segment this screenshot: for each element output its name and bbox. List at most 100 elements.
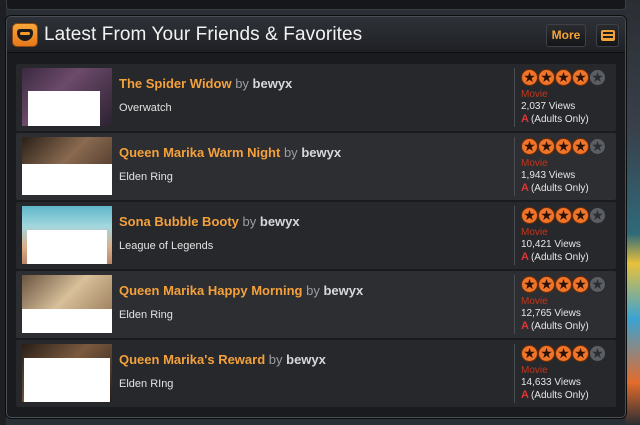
content-rating: A (Adults Only): [521, 251, 589, 263]
star-empty-icon: [589, 69, 606, 86]
item-meta: Movie 2,037 Views A(Adults Only): [514, 68, 614, 127]
star-icon: [538, 276, 555, 293]
view-count: 1,943 Views: [521, 170, 576, 181]
panel-header: Latest From Your Friends & Favorites Mor…: [7, 17, 625, 53]
star-rating: [521, 345, 606, 362]
background-art: [626, 0, 640, 425]
star-empty-icon: [589, 207, 606, 224]
media-type: Movie: [521, 227, 548, 238]
list-item[interactable]: Queen Marika's Reward by bewyx Elden RIn…: [16, 340, 616, 407]
author-link[interactable]: bewyx: [260, 214, 300, 229]
by-label: by: [283, 145, 298, 160]
star-icon: [572, 345, 589, 362]
star-icon: [521, 69, 538, 86]
adults-rating-icon: A: [521, 320, 529, 332]
item-title[interactable]: Queen Marika Happy Morning by bewyx: [119, 283, 363, 298]
item-game: Elden Ring: [119, 171, 173, 183]
star-icon: [555, 276, 572, 293]
star-icon: [555, 69, 572, 86]
content-rating: A (Adults Only): [521, 389, 589, 401]
star-icon: [538, 345, 555, 362]
star-rating: [521, 138, 606, 155]
rating-label: (Adults Only): [530, 183, 589, 194]
by-label: by: [235, 76, 249, 91]
rating-label: (Adults Only): [530, 114, 589, 125]
friends-favorites-panel: Latest From Your Friends & Favorites Mor…: [6, 16, 626, 418]
star-icon: [572, 69, 589, 86]
media-type: Movie: [521, 158, 548, 169]
adults-rating-icon: A: [521, 182, 529, 194]
item-game: Elden RIng: [119, 378, 174, 390]
list-item[interactable]: Sona Bubble Booty by bewyx League of Leg…: [16, 202, 616, 269]
view-count: 2,037 Views: [521, 101, 576, 112]
star-icon: [538, 207, 555, 224]
thumbnail[interactable]: [22, 206, 112, 264]
star-icon: [521, 276, 538, 293]
star-icon: [555, 138, 572, 155]
star-icon: [538, 138, 555, 155]
item-game: League of Legends: [119, 240, 214, 252]
by-label: by: [268, 352, 283, 367]
item-meta: Movie 12,765 Views A(Adults Only): [514, 275, 614, 334]
redaction-box: [24, 358, 110, 402]
star-empty-icon: [589, 345, 606, 362]
star-empty-icon: [589, 276, 606, 293]
adults-rating-icon: A: [521, 113, 529, 125]
panel-title: Latest From Your Friends & Favorites: [44, 24, 363, 45]
item-title[interactable]: Sona Bubble Booty by bewyx: [119, 214, 300, 229]
item-title[interactable]: Queen Marika Warm Night by bewyx: [119, 145, 341, 160]
author-link[interactable]: bewyx: [286, 352, 326, 367]
item-title[interactable]: Queen Marika's Reward by bewyx: [119, 352, 326, 367]
redaction-box: [27, 230, 107, 264]
item-title-link[interactable]: Queen Marika Warm Night: [119, 145, 280, 160]
author-link[interactable]: bewyx: [253, 76, 293, 91]
item-title[interactable]: The Spider Widow by bewyx: [119, 76, 292, 91]
list-item[interactable]: The Spider Widow by bewyx Overwatch Movi…: [16, 64, 616, 131]
star-rating: [521, 276, 606, 293]
thumbnail[interactable]: [22, 344, 112, 402]
star-icon: [572, 276, 589, 293]
list-item[interactable]: Queen Marika Happy Morning by bewyx Elde…: [16, 271, 616, 338]
star-icon: [521, 345, 538, 362]
item-title-link[interactable]: Queen Marika's Reward: [119, 352, 265, 367]
thumbnail[interactable]: [22, 275, 112, 333]
item-title-link[interactable]: Queen Marika Happy Morning: [119, 283, 302, 298]
adults-rating-icon: A: [521, 251, 529, 263]
content-rating: A (Adults Only): [521, 113, 589, 125]
list-item[interactable]: Queen Marika Warm Night by bewyx Elden R…: [16, 133, 616, 200]
feed-button[interactable]: [596, 24, 619, 47]
star-icon: [538, 69, 555, 86]
content-rating: A (Adults Only): [521, 182, 589, 194]
by-label: by: [242, 214, 257, 229]
thumbnail[interactable]: [22, 137, 112, 195]
media-type: Movie: [521, 296, 548, 307]
star-icon: [555, 207, 572, 224]
content-rating: A (Adults Only): [521, 320, 589, 332]
item-title-link[interactable]: The Spider Widow: [119, 76, 232, 91]
by-label: by: [306, 283, 320, 298]
item-meta: Movie 1,943 Views A(Adults Only): [514, 137, 614, 196]
star-icon: [572, 138, 589, 155]
view-count: 10,421 Views: [521, 239, 581, 250]
redaction-box: [22, 164, 112, 195]
star-icon: [555, 345, 572, 362]
rating-label: (Adults Only): [530, 252, 589, 263]
item-game: Elden Ring: [119, 309, 173, 321]
star-rating: [521, 69, 606, 86]
thumbnail[interactable]: [22, 68, 112, 126]
rating-label: (Adults Only): [530, 390, 589, 401]
item-meta: Movie 14,633 Views A(Adults Only): [514, 344, 614, 403]
author-link[interactable]: bewyx: [301, 145, 341, 160]
star-icon: [572, 207, 589, 224]
view-count: 12,765 Views: [521, 308, 581, 319]
previous-panel-edge: [6, 0, 626, 10]
star-icon: [521, 138, 538, 155]
author-link[interactable]: bewyx: [323, 283, 363, 298]
item-title-link[interactable]: Sona Bubble Booty: [119, 214, 239, 229]
redaction-box: [22, 309, 112, 333]
grinning-face-icon: [12, 23, 38, 47]
redaction-box: [28, 91, 100, 126]
more-button[interactable]: More: [546, 24, 586, 47]
star-empty-icon: [589, 138, 606, 155]
star-rating: [521, 207, 606, 224]
